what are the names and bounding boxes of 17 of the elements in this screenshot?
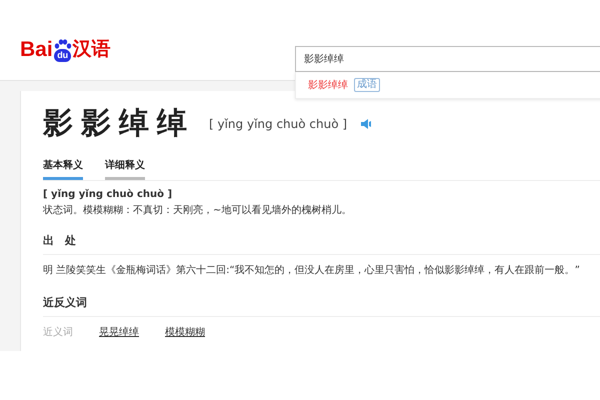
definition-pinyin: [ yǐng yǐng chuò chuò ] bbox=[43, 188, 174, 202]
suggestion-item[interactable]: 影影绰绰 bbox=[308, 78, 348, 92]
tab[interactable]: 基本释义 bbox=[43, 154, 83, 180]
baidu-logo[interactable]: Bai du 汉语 bbox=[20, 38, 111, 62]
entry-word: 影影绰绰 bbox=[43, 105, 195, 143]
synonym-link[interactable]: 晃晃绰绰 bbox=[99, 325, 139, 339]
search-field[interactable]: 影影绰绰 bbox=[295, 46, 600, 72]
entry-pinyin: [ yǐng yǐng chuò chuò ] bbox=[209, 116, 348, 130]
section-heading: 出 处 bbox=[43, 219, 600, 255]
synonym-label: 近义词 bbox=[43, 326, 73, 339]
section-heading: 近反义词 bbox=[43, 281, 600, 317]
definition-text: 状态词。模模糊糊：不真切：天刚亮，~地可以看见墙外的槐树梢儿。 bbox=[43, 204, 352, 218]
speaker-icon[interactable] bbox=[361, 118, 372, 128]
idiom-tag: 成语 bbox=[354, 78, 380, 92]
tab[interactable]: 详细释义 bbox=[105, 154, 145, 180]
source-text: 明 兰陵笑笑生《金瓶梅词话》第六十二回:“我不知怎的，但没人在房里，心里只害怕，恰似影影绰绰，有人在跟前一般。” bbox=[43, 264, 581, 278]
synonym-link[interactable]: 模模糊糊 bbox=[165, 325, 205, 339]
